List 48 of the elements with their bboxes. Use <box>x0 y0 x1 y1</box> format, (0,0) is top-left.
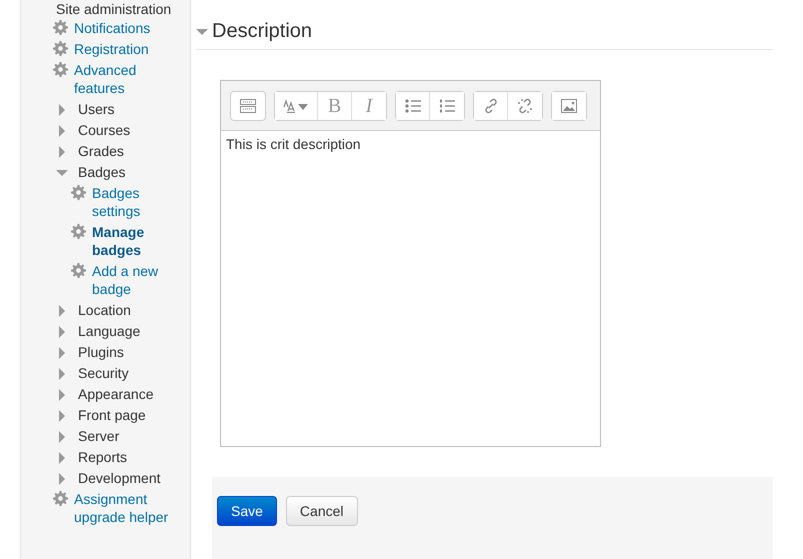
nav-link[interactable]: Notifications <box>74 18 150 36</box>
nav-category[interactable]: Appearance <box>78 384 154 402</box>
nav-link[interactable]: Advanced features <box>74 60 183 96</box>
nav-category[interactable]: Location <box>78 300 131 318</box>
paragraph-style-icon[interactable] <box>275 92 318 120</box>
cancel-button[interactable]: Cancel <box>286 496 358 526</box>
nav-link[interactable]: Registration <box>74 40 149 58</box>
caret-right-icon[interactable] <box>56 452 68 464</box>
caret-right-icon[interactable] <box>56 326 68 338</box>
nav-category[interactable]: Security <box>78 364 129 382</box>
caret-right-icon[interactable] <box>56 430 68 442</box>
nav-category[interactable]: Reports <box>78 448 128 466</box>
nav-category[interactable]: Users <box>78 100 115 118</box>
caret-right-icon[interactable] <box>56 104 68 116</box>
gear-icon <box>53 20 68 34</box>
caret-right-icon[interactable] <box>56 410 68 422</box>
caret-right-icon[interactable] <box>56 146 68 158</box>
gear-icon <box>53 62 68 76</box>
caret-right-icon[interactable] <box>56 304 68 316</box>
nav-category[interactable]: Development <box>78 468 160 486</box>
nav-category[interactable]: Site administration <box>53 1 190 17</box>
caret-right-icon[interactable] <box>56 346 68 358</box>
nav-link[interactable]: Badges settings <box>92 184 167 220</box>
nav-link[interactable]: Assignment upgrade helper <box>74 490 183 526</box>
nav-category[interactable]: Badges <box>78 162 126 180</box>
gear-icon <box>71 224 86 238</box>
caret-right-icon[interactable] <box>56 472 68 484</box>
editor-input[interactable]: This is crit description <box>221 131 600 446</box>
caret-right-icon[interactable] <box>56 124 68 136</box>
save-button[interactable]: Save <box>217 496 277 526</box>
gear-icon <box>71 262 86 278</box>
image-icon[interactable] <box>552 92 586 120</box>
nav-link[interactable]: Manage badges <box>92 222 167 258</box>
bullet-list-icon[interactable] <box>396 92 430 120</box>
caret-right-icon[interactable] <box>56 368 68 380</box>
nav-category[interactable]: Front page <box>78 406 146 424</box>
gear-icon <box>53 40 68 56</box>
gear-icon <box>53 490 68 506</box>
gear-icon <box>71 184 86 200</box>
caret-right-icon[interactable] <box>56 388 68 400</box>
section-heading: Description <box>212 20 312 43</box>
nav-category[interactable]: Grades <box>78 142 124 160</box>
nav-category[interactable]: Language <box>78 322 140 340</box>
nav-category[interactable]: Server <box>78 426 120 444</box>
nav-category[interactable]: Courses <box>78 120 130 138</box>
link-icon[interactable] <box>474 92 508 120</box>
nav-link[interactable]: Add a new badge <box>92 262 167 298</box>
nav-category[interactable]: Plugins <box>78 342 124 360</box>
